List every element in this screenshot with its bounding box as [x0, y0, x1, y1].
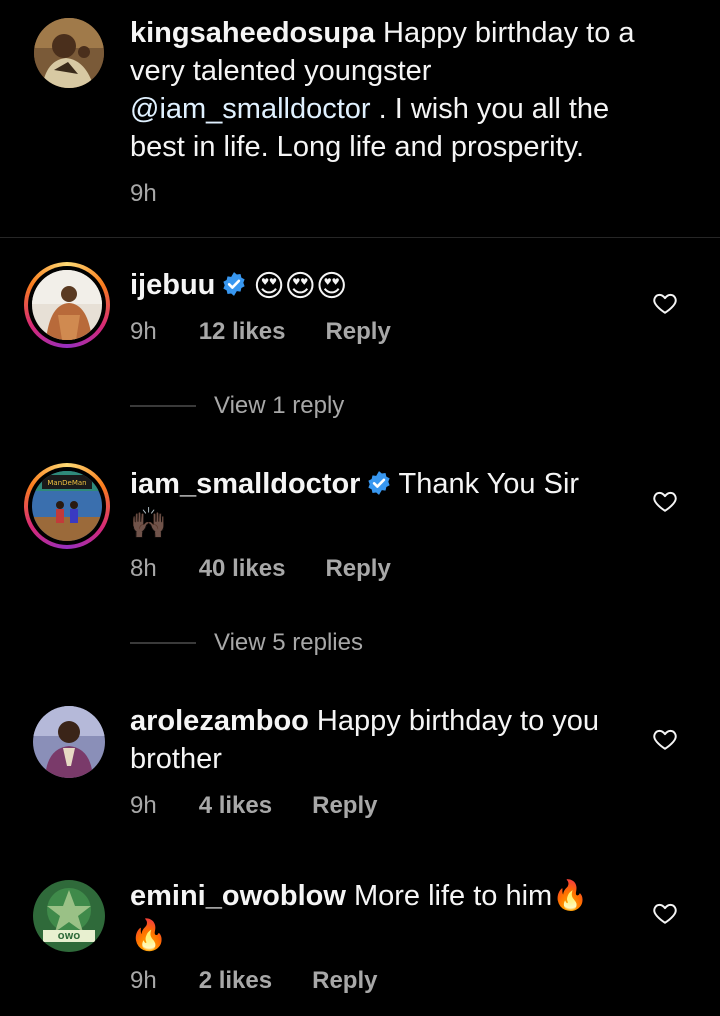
like-heart-icon[interactable] [652, 488, 678, 514]
comment-text-emini_owoblow: emini_owoblow More life to him🔥 🔥 [130, 877, 630, 955]
avatar-iam_smalldoctor: ManDeMan [32, 471, 102, 541]
comment-body: Thank You Sir [398, 468, 580, 500]
caption-divider [0, 237, 720, 238]
avatar-emini_owoblow[interactable]: OWO [33, 880, 105, 952]
caption-mention-link[interactable]: @iam_smalldoctor [130, 93, 371, 125]
view-replies-line [130, 642, 196, 644]
comment-body-emoji-line: 🔥 [130, 919, 168, 952]
comment-text-arolezamboo: arolezamboo Happy birthday to you brothe… [130, 702, 630, 778]
comment-meta-emini_owoblow: 9h 2 likes Reply [130, 967, 377, 995]
caption-username[interactable]: kingsaheedosupa [130, 17, 375, 49]
comment-likes-count[interactable]: 40 likes [199, 555, 286, 583]
comment-text-iam_smalldoctor: iam_smalldoctor Thank You Sir 🙌🏿 [130, 465, 630, 543]
view-replies-button[interactable]: View 1 reply [130, 392, 344, 420]
avatar-story-ring-iam_smalldoctor[interactable]: ManDeMan [24, 463, 110, 549]
avatar-image-kingsaheedosupa [34, 18, 104, 88]
like-heart-icon[interactable] [652, 726, 678, 752]
svg-text:OWO: OWO [58, 932, 81, 941]
caption-timestamp: 9h [130, 180, 157, 207]
view-replies-line [130, 405, 196, 407]
comment-meta-arolezamboo: 9h 4 likes Reply [130, 792, 377, 820]
comment-username[interactable]: arolezamboo [130, 705, 309, 737]
comment-body: 😍😍😍 [253, 270, 348, 303]
view-replies-label[interactable]: View 1 reply [214, 392, 344, 420]
comment-likes-count[interactable]: 2 likes [199, 967, 272, 995]
caption-avatar[interactable] [34, 18, 104, 88]
comment-text-ijebuu: ijebuu 😍😍😍 [130, 266, 630, 306]
comment-timestamp: 9h [130, 792, 157, 819]
comment-username[interactable]: iam_smalldoctor [130, 468, 360, 500]
comment-body-emoji-line: 🙌🏿 [130, 507, 168, 540]
view-replies-button[interactable]: View 5 replies [130, 629, 363, 657]
svg-text:ManDeMan: ManDeMan [47, 479, 86, 487]
comment-body: More life to him🔥 [345, 880, 589, 912]
like-heart-icon[interactable] [652, 290, 678, 316]
comment-timestamp: 8h [130, 555, 157, 582]
avatar-arolezamboo[interactable] [33, 706, 105, 778]
view-replies-label[interactable]: View 5 replies [214, 629, 363, 657]
comment-timestamp: 9h [130, 967, 157, 994]
reply-button[interactable]: Reply [325, 318, 390, 346]
avatar-story-ring-ijebuu[interactable] [24, 262, 110, 348]
comment-meta-iam_smalldoctor: 8h 40 likes Reply [130, 555, 391, 583]
comment-username[interactable]: emini_owoblow [130, 880, 346, 912]
verified-badge-icon [221, 269, 247, 296]
reply-button[interactable]: Reply [325, 555, 390, 583]
reply-button[interactable]: Reply [312, 967, 377, 995]
verified-badge-icon [366, 468, 392, 495]
reply-button[interactable]: Reply [312, 792, 377, 820]
comment-likes-count[interactable]: 12 likes [199, 318, 286, 346]
comment-likes-count[interactable]: 4 likes [199, 792, 272, 820]
caption-text: kingsaheedosupa Happy birthday to a very… [130, 14, 670, 166]
comment-timestamp: 9h [130, 318, 157, 345]
avatar-ijebuu [32, 270, 102, 340]
comment-meta-ijebuu: 9h 12 likes Reply [130, 318, 391, 346]
like-heart-icon[interactable] [652, 900, 678, 926]
comment-username[interactable]: ijebuu [130, 269, 215, 301]
